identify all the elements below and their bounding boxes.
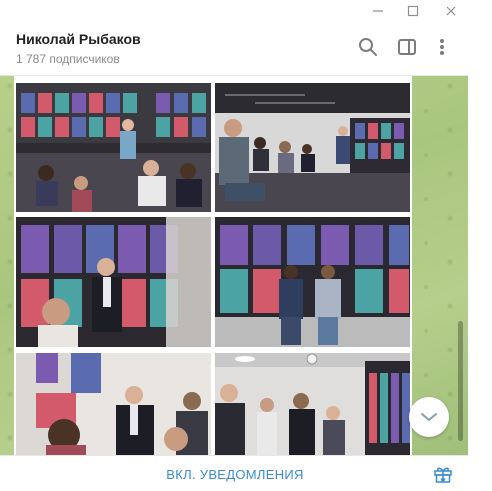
gift-icon[interactable] bbox=[433, 464, 453, 484]
chat-footer: ВКЛ. УВЕДОМЛЕНИЯ bbox=[0, 455, 468, 491]
scroll-down-button[interactable] bbox=[409, 397, 449, 437]
chat-title[interactable]: Николай Рыбаков bbox=[16, 31, 141, 47]
maximize-icon[interactable] bbox=[398, 0, 428, 22]
chat-scrollbar[interactable] bbox=[458, 321, 463, 441]
chat-header: Николай Рыбаков 1 787 подписчиков bbox=[0, 22, 468, 76]
close-icon[interactable] bbox=[436, 0, 466, 22]
enable-notifications-button[interactable]: ВКЛ. УВЕДОМЛЕНИЯ bbox=[160, 463, 310, 485]
photo-speaker-microphone[interactable] bbox=[16, 217, 211, 347]
subscriber-count: 1 787 подписчиков bbox=[16, 52, 120, 66]
photo-album-message bbox=[14, 76, 412, 455]
minimize-icon[interactable] bbox=[363, 0, 393, 22]
chevron-down-icon bbox=[421, 413, 437, 421]
photo-audience-exhibition[interactable] bbox=[16, 83, 211, 212]
photo-visitors-stands[interactable] bbox=[215, 217, 410, 347]
photo-gallery-visitors[interactable] bbox=[215, 353, 410, 455]
window-titlebar bbox=[0, 0, 468, 22]
photo-guests-conversation[interactable] bbox=[16, 353, 211, 455]
chat-area[interactable] bbox=[0, 76, 468, 455]
photo-speaker-hall[interactable] bbox=[215, 83, 410, 212]
sidebar-toggle-icon[interactable] bbox=[396, 36, 418, 58]
window-edge bbox=[468, 0, 492, 490]
more-vertical-icon[interactable] bbox=[431, 36, 453, 58]
search-icon[interactable] bbox=[357, 36, 379, 58]
